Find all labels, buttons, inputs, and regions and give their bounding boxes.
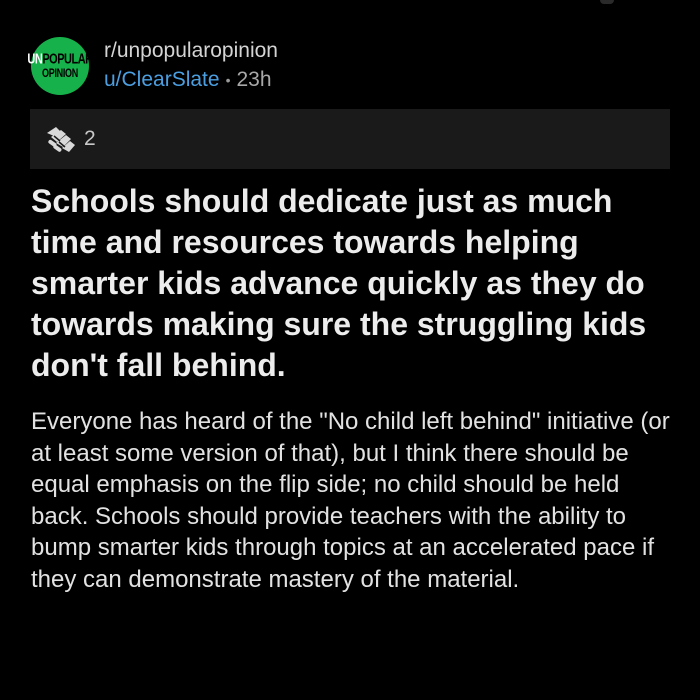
hands-award-icon [44,124,78,154]
author-line: u/ClearSlate • 23h [104,66,278,94]
award-count: 2 [84,127,96,150]
author-link[interactable]: u/ClearSlate [104,68,220,91]
post-age: 23h [236,68,272,91]
avatar-line1: UNPOPULAR [27,51,93,68]
meta-separator: • [225,72,231,89]
post-body: Everyone has heard of the "No child left… [31,408,670,593]
post-meta: r/unpopularopinion u/ClearSlate • 23h [104,38,278,94]
post-title[interactable]: Schools should dedicate just as much tim… [31,181,676,386]
post-header: UNPOPULAR OPINION r/unpopularopinion u/C… [27,37,278,97]
top-edge-fragment [600,0,614,4]
awards-bar[interactable]: 2 [30,109,670,169]
subreddit-link[interactable]: r/unpopularopinion [104,38,278,64]
avatar-line2: OPINION [42,65,78,79]
subreddit-avatar[interactable]: UNPOPULAR OPINION [27,37,93,95]
